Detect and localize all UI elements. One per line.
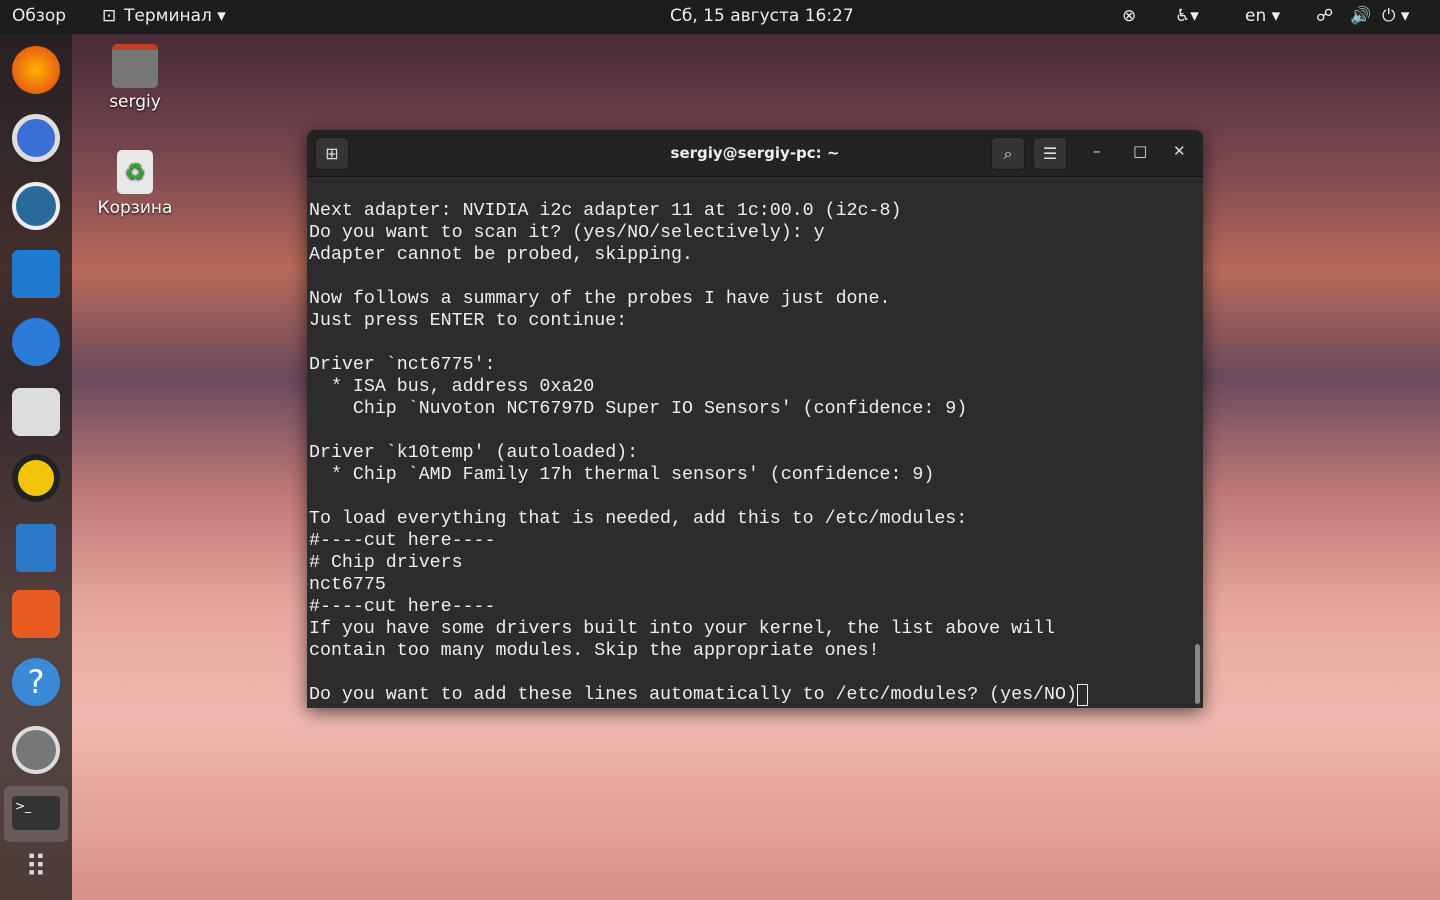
language-menu[interactable]: en ▾ [1245, 6, 1280, 26]
software-icon[interactable] [12, 590, 60, 638]
terminal-line: Driver `k10temp' (autoloaded): [309, 443, 639, 463]
accessibility-icon[interactable]: ♿▾ [1175, 6, 1199, 26]
clock[interactable]: Сб, 15 августа 16:27 [670, 6, 854, 26]
terminal-icon: ⊡ [102, 6, 117, 26]
writer-icon[interactable] [16, 524, 56, 572]
no-disturb-icon[interactable]: ⊗ [1122, 6, 1136, 26]
show-apps-icon[interactable]: ⠿ [12, 846, 60, 894]
terminal-line: Chip `Nuvoton NCT6797D Super IO Sensors'… [309, 399, 968, 419]
volume-icon[interactable]: 🔊 [1350, 6, 1371, 26]
terminal-line: Now follows a summary of the probes I ha… [309, 289, 891, 309]
close-button[interactable]: ✕ [1173, 142, 1186, 160]
files-icon[interactable] [12, 388, 60, 436]
terminal-window: ⊞ sergiy@sergiy-pc: ~ ⌕ ☰ – □ ✕ Next ada… [307, 130, 1203, 708]
trash-label: Корзина [97, 198, 173, 218]
terminal-line: # Chip drivers [309, 553, 463, 573]
desktop-trash[interactable]: ♻ Корзина [85, 150, 185, 218]
dock: ? >_ ⠿ [0, 34, 72, 900]
settings-icon[interactable] [12, 726, 60, 774]
terminal-line: contain too many modules. Skip the appro… [309, 641, 880, 661]
help-icon[interactable]: ? [12, 658, 60, 706]
terminal-dock-item[interactable]: >_ [4, 786, 68, 842]
desktop-home-folder[interactable]: sergiy [85, 44, 185, 112]
minimize-button[interactable]: – [1093, 142, 1101, 160]
prompt-text: Do you want to add these lines automatic… [309, 685, 1077, 705]
home-label: sergiy [109, 92, 161, 112]
menu-button[interactable]: ☰ [1033, 137, 1067, 170]
terminal-line: Do you want to scan it? (yes/NO/selectiv… [309, 223, 825, 243]
trash-icon: ♻ [117, 150, 153, 194]
window-title: sergiy@sergiy-pc: ~ [670, 144, 840, 162]
power-icon[interactable]: ⏻ ▾ [1382, 6, 1409, 26]
terminal-line: Next adapter: NVIDIA i2c adapter 11 at 1… [309, 201, 902, 221]
cursor [1076, 684, 1088, 706]
rhythmbox-icon[interactable] [12, 454, 60, 502]
chromium-icon[interactable] [12, 114, 60, 162]
activities-button[interactable]: Обзор [12, 6, 66, 26]
terminal-output[interactable]: Next adapter: NVIDIA i2c adapter 11 at 1… [309, 200, 1088, 706]
home-folder-icon [112, 44, 158, 88]
terminal-line: * ISA bus, address 0xa20 [309, 377, 595, 397]
terminal-line: #----cut here---- [309, 597, 496, 617]
terminal-line: Adapter cannot be probed, skipping. [309, 245, 693, 265]
terminal-line: Just press ENTER to continue: [309, 311, 628, 331]
network-icon[interactable]: ☍ [1316, 6, 1333, 26]
maximize-button[interactable]: □ [1133, 142, 1147, 160]
terminal-line: #----cut here---- [309, 531, 496, 551]
terminal-line: Driver `nct6775': [309, 355, 496, 375]
terminal-line: If you have some drivers built into your… [309, 619, 1055, 639]
remote-desktop-icon[interactable] [12, 182, 60, 230]
terminal-headerbar: ⊞ sergiy@sergiy-pc: ~ ⌕ ☰ – □ ✕ [307, 130, 1203, 177]
app-menu[interactable]: Терминал ▾ [124, 6, 226, 26]
firefox-icon[interactable] [12, 46, 60, 94]
search-button[interactable]: ⌕ [991, 137, 1025, 170]
top-bar: Обзор ⊡ Терминал ▾ Сб, 15 августа 16:27 … [0, 0, 1440, 34]
terminal-line: nct6775 [309, 575, 386, 595]
terminal-line: To load everything that is needed, add t… [309, 509, 968, 529]
terminal-line: * Chip `AMD Family 17h thermal sensors' … [309, 465, 935, 485]
vscode-icon[interactable] [12, 250, 60, 298]
thunderbird-icon[interactable] [12, 318, 60, 366]
terminal-prompt-line: Do you want to add these lines automatic… [309, 684, 1088, 706]
scrollbar[interactable] [1195, 644, 1200, 704]
